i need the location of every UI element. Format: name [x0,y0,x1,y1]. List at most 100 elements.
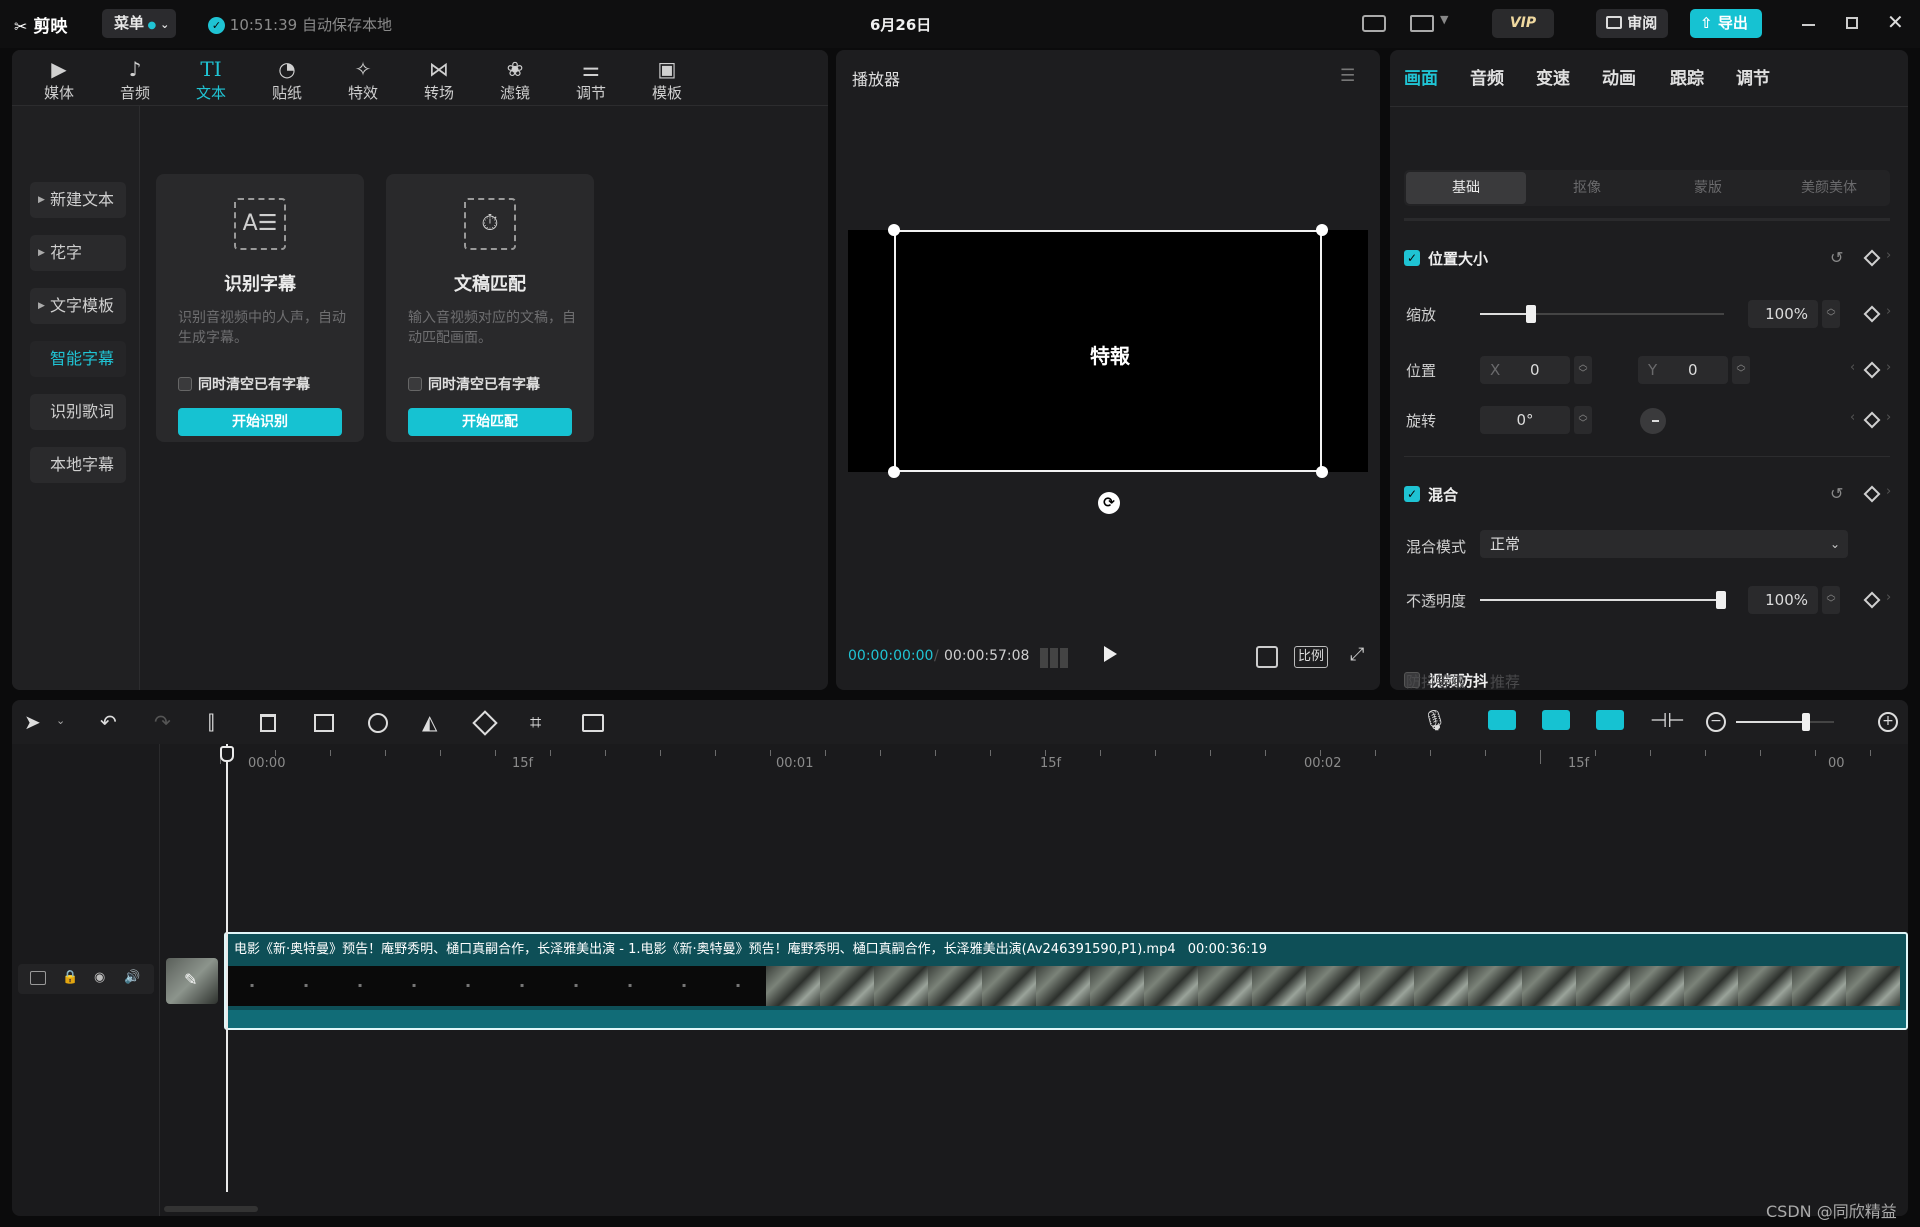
rotate-input[interactable]: 0° [1480,406,1570,434]
toolbar-item-audio[interactable]: ♪ 音频 [104,56,166,106]
scale-stepper[interactable]: ︿ ﹀ [1822,300,1840,328]
cover-icon[interactable] [30,971,46,985]
toolbar-item-template[interactable]: ▣ 模板 [636,56,698,106]
sidebar-item-5[interactable]: 本地字幕 [30,447,126,483]
toolbar-item-text[interactable]: TI 文本 [180,56,242,106]
start-button[interactable]: 开始识别 [178,408,342,436]
blend-keyframe-icon[interactable] [1863,485,1881,503]
mirror-icon[interactable]: ◭ [422,710,437,734]
toolbar-item-effects[interactable]: ✧ 特效 [332,56,394,106]
resize-handle-tr[interactable] [1316,224,1328,236]
opacity-input[interactable]: 100% [1748,586,1818,614]
play-icon[interactable] [1104,646,1117,662]
overlay-text[interactable]: 特報 [1090,340,1130,369]
inspector-tab-2[interactable]: 变速 [1536,64,1570,89]
checkbox-box[interactable] [178,377,192,391]
rotate-handle-icon[interactable]: ⟳ [1098,492,1120,514]
time-ruler[interactable]: 00:00 15f 00:01 15f 00:02 15f 00 [160,744,1908,774]
inspector-tab-3[interactable]: 动画 [1602,64,1636,89]
redo-icon[interactable]: ↷ [154,710,171,734]
crop-icon[interactable]: ⌗ [530,710,541,734]
magnet-icon[interactable] [1488,710,1516,730]
layout-icon[interactable] [1410,15,1434,32]
segment-2[interactable]: 蒙版 [1648,172,1768,204]
rotate-stepper[interactable]: ︿ ﹀ [1574,406,1592,434]
opacity-slider-track[interactable] [1480,599,1724,601]
chevron-right-icon[interactable]: › [1886,360,1891,375]
toolbar-item-sticker[interactable]: ◔ 贴纸 [256,56,318,106]
clear-subtitles-checkbox[interactable]: 同时清空已有字幕 [178,374,310,394]
checkbox-box[interactable] [408,377,422,391]
select-tool-icon[interactable]: ➤ [24,710,41,734]
sidebar-item-2[interactable]: ▶ 文字模板 [30,288,126,324]
export-button[interactable]: ⇧ 导出 [1690,9,1762,38]
zoom-slider-handle[interactable] [1802,713,1810,731]
track-cover-thumbnail[interactable]: ✎ [166,958,218,1004]
position-keyframe-icon[interactable] [1863,361,1881,379]
player-menu-icon[interactable]: ☰ [1340,66,1355,86]
delete-icon[interactable] [260,714,276,732]
zoom-fit-icon[interactable] [1256,646,1278,668]
zoom-out-icon[interactable]: − [1706,712,1726,732]
scale-slider-handle[interactable] [1526,305,1536,323]
chevron-right-icon[interactable]: › [1886,248,1891,263]
fullscreen-icon[interactable]: ⤢ [1350,644,1364,665]
blend-mode-select[interactable]: 正常 ⌄ [1480,530,1848,558]
eye-icon[interactable]: ◉ [94,970,105,985]
inspector-tab-5[interactable]: 调节 [1736,64,1770,89]
position-y-stepper[interactable]: ︿ ﹀ [1732,356,1750,384]
blend-reset-icon[interactable]: ↺ [1830,484,1843,503]
scale-input[interactable]: 100% [1748,300,1818,328]
resize-handle-tl[interactable] [888,224,900,236]
zoom-in-icon[interactable]: + [1878,712,1898,732]
preview-axis-icon[interactable] [1596,710,1624,730]
timeline-scrollbar[interactable] [164,1206,258,1212]
blend-checkbox[interactable]: ✓ [1404,486,1420,502]
clear-subtitles-checkbox[interactable]: 同时清空已有字幕 [408,374,540,394]
position-x-input[interactable]: X 0 [1480,356,1570,384]
timecode-grid-icon[interactable] [1040,648,1068,668]
split-icon[interactable]: ⫿ [208,710,214,734]
segment-0[interactable]: 基础 [1406,172,1526,204]
speaker-icon[interactable]: 🔊 [124,970,140,985]
minimize-icon[interactable] [1802,24,1815,26]
rotate-dial-icon[interactable] [1640,408,1666,434]
position-x-stepper[interactable]: ︿ ﹀ [1574,356,1592,384]
link-icon[interactable] [1542,710,1570,730]
position-y-input[interactable]: Y 0 [1638,356,1728,384]
chevron-right-icon[interactable]: › [1886,590,1891,605]
scale-keyframe-icon[interactable] [1863,305,1881,323]
opacity-stepper[interactable]: ︿ ﹀ [1822,586,1840,614]
reverse-icon[interactable] [368,713,388,733]
select-chevron-icon[interactable]: ⌄ [56,714,65,727]
start-button[interactable]: 开始匹配 [408,408,572,436]
review-button[interactable]: 审阅 [1596,9,1668,38]
ratio-button[interactable]: 比例 [1294,646,1328,668]
vip-badge[interactable]: VIP [1492,9,1554,38]
sidebar-item-4[interactable]: 识别歌词 [30,394,126,430]
keyframe-icon[interactable] [1863,249,1881,267]
smart-icon[interactable] [582,714,604,732]
split-track-icon[interactable]: ⊣⊢ [1650,708,1685,732]
resize-handle-br[interactable] [1316,466,1328,478]
chevron-right-icon[interactable]: › [1886,410,1891,425]
close-icon[interactable]: ✕ [1887,10,1904,34]
resize-handle-bl[interactable] [888,466,900,478]
toolbar-item-filter[interactable]: ❀ 滤镜 [484,56,546,106]
video-clip[interactable]: 电影《新·奥特曼》预告！庵野秀明、樋口真嗣合作，长泽雅美出演 - 1.电影《新·… [224,932,1908,1030]
playhead[interactable] [226,744,228,1192]
keyboard-icon[interactable] [1362,15,1386,32]
inspector-tab-0[interactable]: 画面 [1404,64,1438,89]
inspector-tab-1[interactable]: 音频 [1470,64,1504,89]
chevron-right-icon[interactable]: › [1886,304,1891,319]
toolbar-item-adjust[interactable]: ⚌ 调节 [560,56,622,106]
opacity-keyframe-icon[interactable] [1863,591,1881,609]
chevron-left-icon[interactable]: ‹ [1850,360,1855,375]
opacity-slider-handle[interactable] [1716,591,1726,609]
sidebar-item-1[interactable]: ▶ 花字 [30,235,126,271]
sidebar-item-3[interactable]: 智能字幕 [30,341,126,377]
chevron-left-icon[interactable]: ‹ [1850,410,1855,425]
layout-chevron-icon[interactable]: ▼ [1440,13,1448,26]
microphone-icon[interactable]: 🎙 [1422,708,1447,732]
chevron-right-icon[interactable]: › [1886,484,1891,499]
